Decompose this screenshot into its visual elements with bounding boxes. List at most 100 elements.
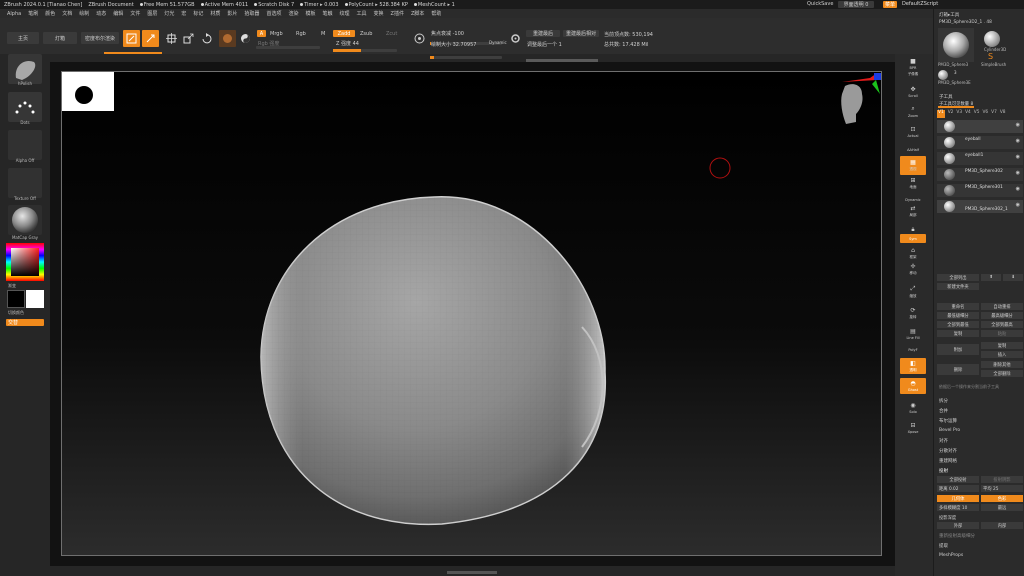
zadd-toggle[interactable]: Zadd <box>333 30 355 37</box>
rotate-view-button[interactable]: ⟳ 旋转 <box>900 304 926 323</box>
copy-button[interactable]: 复制 <box>937 330 979 337</box>
menu-tool[interactable]: 工具 <box>357 10 367 17</box>
menu-render[interactable]: 渲染 <box>288 10 298 17</box>
quicksave-button[interactable]: QuickSave <box>807 1 833 7</box>
reproject-higher-subdiv[interactable]: 重新投射高级细分 <box>937 532 1023 539</box>
rebuild-last-relative-button[interactable]: 重建最后相对 <box>563 30 599 37</box>
split-menu[interactable]: 拆分 <box>937 397 1023 404</box>
actual-size-button[interactable]: ⊡ Actual <box>900 122 926 141</box>
list-all-button[interactable]: 全部列出 <box>937 274 979 281</box>
menu-draw[interactable]: 绘制 <box>79 10 89 17</box>
menu-zscript[interactable]: Z脚本 <box>411 10 424 17</box>
main-color-swatch[interactable] <box>7 290 25 308</box>
lightbox-button[interactable]: 灯箱 <box>43 32 77 44</box>
menu-macro[interactable]: 宏 <box>181 10 186 17</box>
transparency-toggle[interactable]: ◧ 透明 <box>900 358 926 374</box>
alpha-button[interactable] <box>8 130 42 160</box>
menu-texture[interactable]: 纹理 <box>340 10 350 17</box>
switch-color-label[interactable]: 切换颜色 <box>8 310 24 316</box>
outer-toggle[interactable]: 内部 <box>981 522 1023 529</box>
menu-stencil[interactable]: 模板 <box>305 10 315 17</box>
perspective-toggle[interactable]: ▦ 透视 <box>900 156 926 175</box>
scale-mode-button[interactable] <box>181 30 196 47</box>
menu-color[interactable]: 颜色 <box>45 10 55 17</box>
geometry-toggle[interactable]: 几何体 <box>937 495 979 502</box>
menu-file[interactable]: 文件 <box>130 10 140 17</box>
zoom-button[interactable]: ⌕ Zoom <box>900 102 926 121</box>
project-menu[interactable]: 投射 <box>937 467 1023 474</box>
distribute-menu[interactable]: 分散对齐 <box>937 447 1023 454</box>
draw-size-slider[interactable] <box>430 56 502 59</box>
menu-edit[interactable]: 编辑 <box>113 10 123 17</box>
xpose-toggle[interactable]: ⊟ Xpose <box>900 418 926 437</box>
scroll-button[interactable]: ✥ Scroll <box>900 82 926 101</box>
zcut-toggle[interactable]: Zcut <box>386 31 397 37</box>
brush-settings-button[interactable] <box>412 30 427 47</box>
menu-document[interactable]: 文档 <box>62 10 72 17</box>
project-all-button[interactable]: 全部投射 <box>937 476 979 483</box>
brush-button[interactable] <box>8 54 42 84</box>
secondary-color-swatch[interactable] <box>26 290 44 308</box>
menu-movie[interactable]: 影片 <box>227 10 237 17</box>
insert-button[interactable]: 插入 <box>981 351 1023 358</box>
menu-picker[interactable]: 拾取器 <box>244 10 259 17</box>
distance-slider[interactable]: 距离 0.02 <box>937 485 979 492</box>
zsub-toggle[interactable]: Zsub <box>360 31 372 37</box>
menu-zplugin[interactable]: Z插件 <box>391 10 404 17</box>
texture-button[interactable] <box>8 168 42 198</box>
dynamic-size-toggle[interactable]: Dynamic <box>489 40 507 45</box>
menus-toggle-button[interactable]: 菜单 <box>883 1 897 8</box>
menu-transform[interactable]: 变换 <box>374 10 384 17</box>
m-toggle[interactable]: M <box>321 31 325 37</box>
visibility-tab-v4[interactable]: V4 <box>965 110 971 118</box>
move-view-button[interactable]: ✢ 移动 <box>900 260 926 279</box>
rotate-mode-button[interactable] <box>199 30 214 47</box>
color-picker[interactable] <box>6 243 44 281</box>
menu-alpha[interactable]: Alpha <box>7 11 21 17</box>
polyframe-toggle[interactable]: PolyF <box>900 340 926 359</box>
duplicate-button[interactable]: 复制 <box>981 342 1023 349</box>
rename-button[interactable]: 重命名 <box>937 303 979 310</box>
navigation-head-gizmo[interactable] <box>841 73 882 124</box>
simplebrush-icon[interactable]: S <box>988 52 998 61</box>
menu-stroke[interactable]: 笔触 <box>322 10 332 17</box>
eye-icon[interactable]: ◉ <box>1016 202 1020 208</box>
visibility-tab-v6[interactable]: V6 <box>982 110 988 118</box>
farthest-toggle[interactable]: 最远 <box>981 504 1023 511</box>
material-button[interactable] <box>8 205 42 235</box>
edit-mode-button[interactable] <box>123 30 140 47</box>
tool-thumbnail-sphere-2[interactable] <box>984 31 1000 47</box>
rgb-toggle[interactable]: Rgb <box>296 31 306 37</box>
subtool-item[interactable]: ◉ <box>937 120 1023 133</box>
z-intensity-slider[interactable] <box>333 49 397 52</box>
alternate-toggle[interactable]: 交替 <box>6 319 44 326</box>
visibility-tab-v2[interactable]: V2 <box>948 110 954 118</box>
all-to-highest-button[interactable]: 全部到最高 <box>981 321 1023 328</box>
bevel-pro-menu[interactable]: Bevel Pro <box>937 427 1023 434</box>
visibility-tab-v1[interactable]: V1 <box>937 110 945 118</box>
ghost-toggle[interactable]: ◓ Ghost <box>900 378 926 394</box>
mrgb-toggle[interactable]: Mrgb <box>270 31 283 37</box>
color-toggle[interactable]: 色彩 <box>981 495 1023 502</box>
remesh-menu[interactable]: 重建网格 <box>937 457 1023 464</box>
boolean-menu[interactable]: 布尔运算 <box>937 417 1023 424</box>
pa-blur-slider[interactable]: 多样模糊度 10 <box>937 504 979 511</box>
a-channel-toggle[interactable]: A <box>257 30 266 37</box>
merge-menu[interactable]: 合并 <box>937 407 1023 414</box>
menu-layer[interactable]: 图层 <box>147 10 157 17</box>
menu-light[interactable]: 灯光 <box>164 10 174 17</box>
eye-icon[interactable]: ◉ <box>1016 154 1020 160</box>
menu-material[interactable]: 材质 <box>210 10 220 17</box>
eye-icon[interactable]: ◉ <box>1016 170 1020 176</box>
move-up-button[interactable]: ⬆ <box>981 274 1001 281</box>
panel-header[interactable]: 灯箱▸工具 <box>937 11 1023 18</box>
auto-reorder-button[interactable]: 自动重排 <box>981 303 1023 310</box>
mean-slider[interactable]: 平均 25 <box>981 485 1023 492</box>
eye-icon[interactable]: ◉ <box>1016 186 1020 192</box>
subtool-item[interactable]: eyeball ◉ <box>937 136 1023 149</box>
rgb-intensity-slider[interactable] <box>256 46 320 49</box>
new-folder-button[interactable]: 新建文件夹 <box>937 283 979 290</box>
document-canvas[interactable] <box>61 71 882 556</box>
subtool-item[interactable]: PM3D_Sphere301 ◉ <box>937 184 1023 197</box>
move-down-button[interactable]: ⬇ <box>1003 274 1023 281</box>
